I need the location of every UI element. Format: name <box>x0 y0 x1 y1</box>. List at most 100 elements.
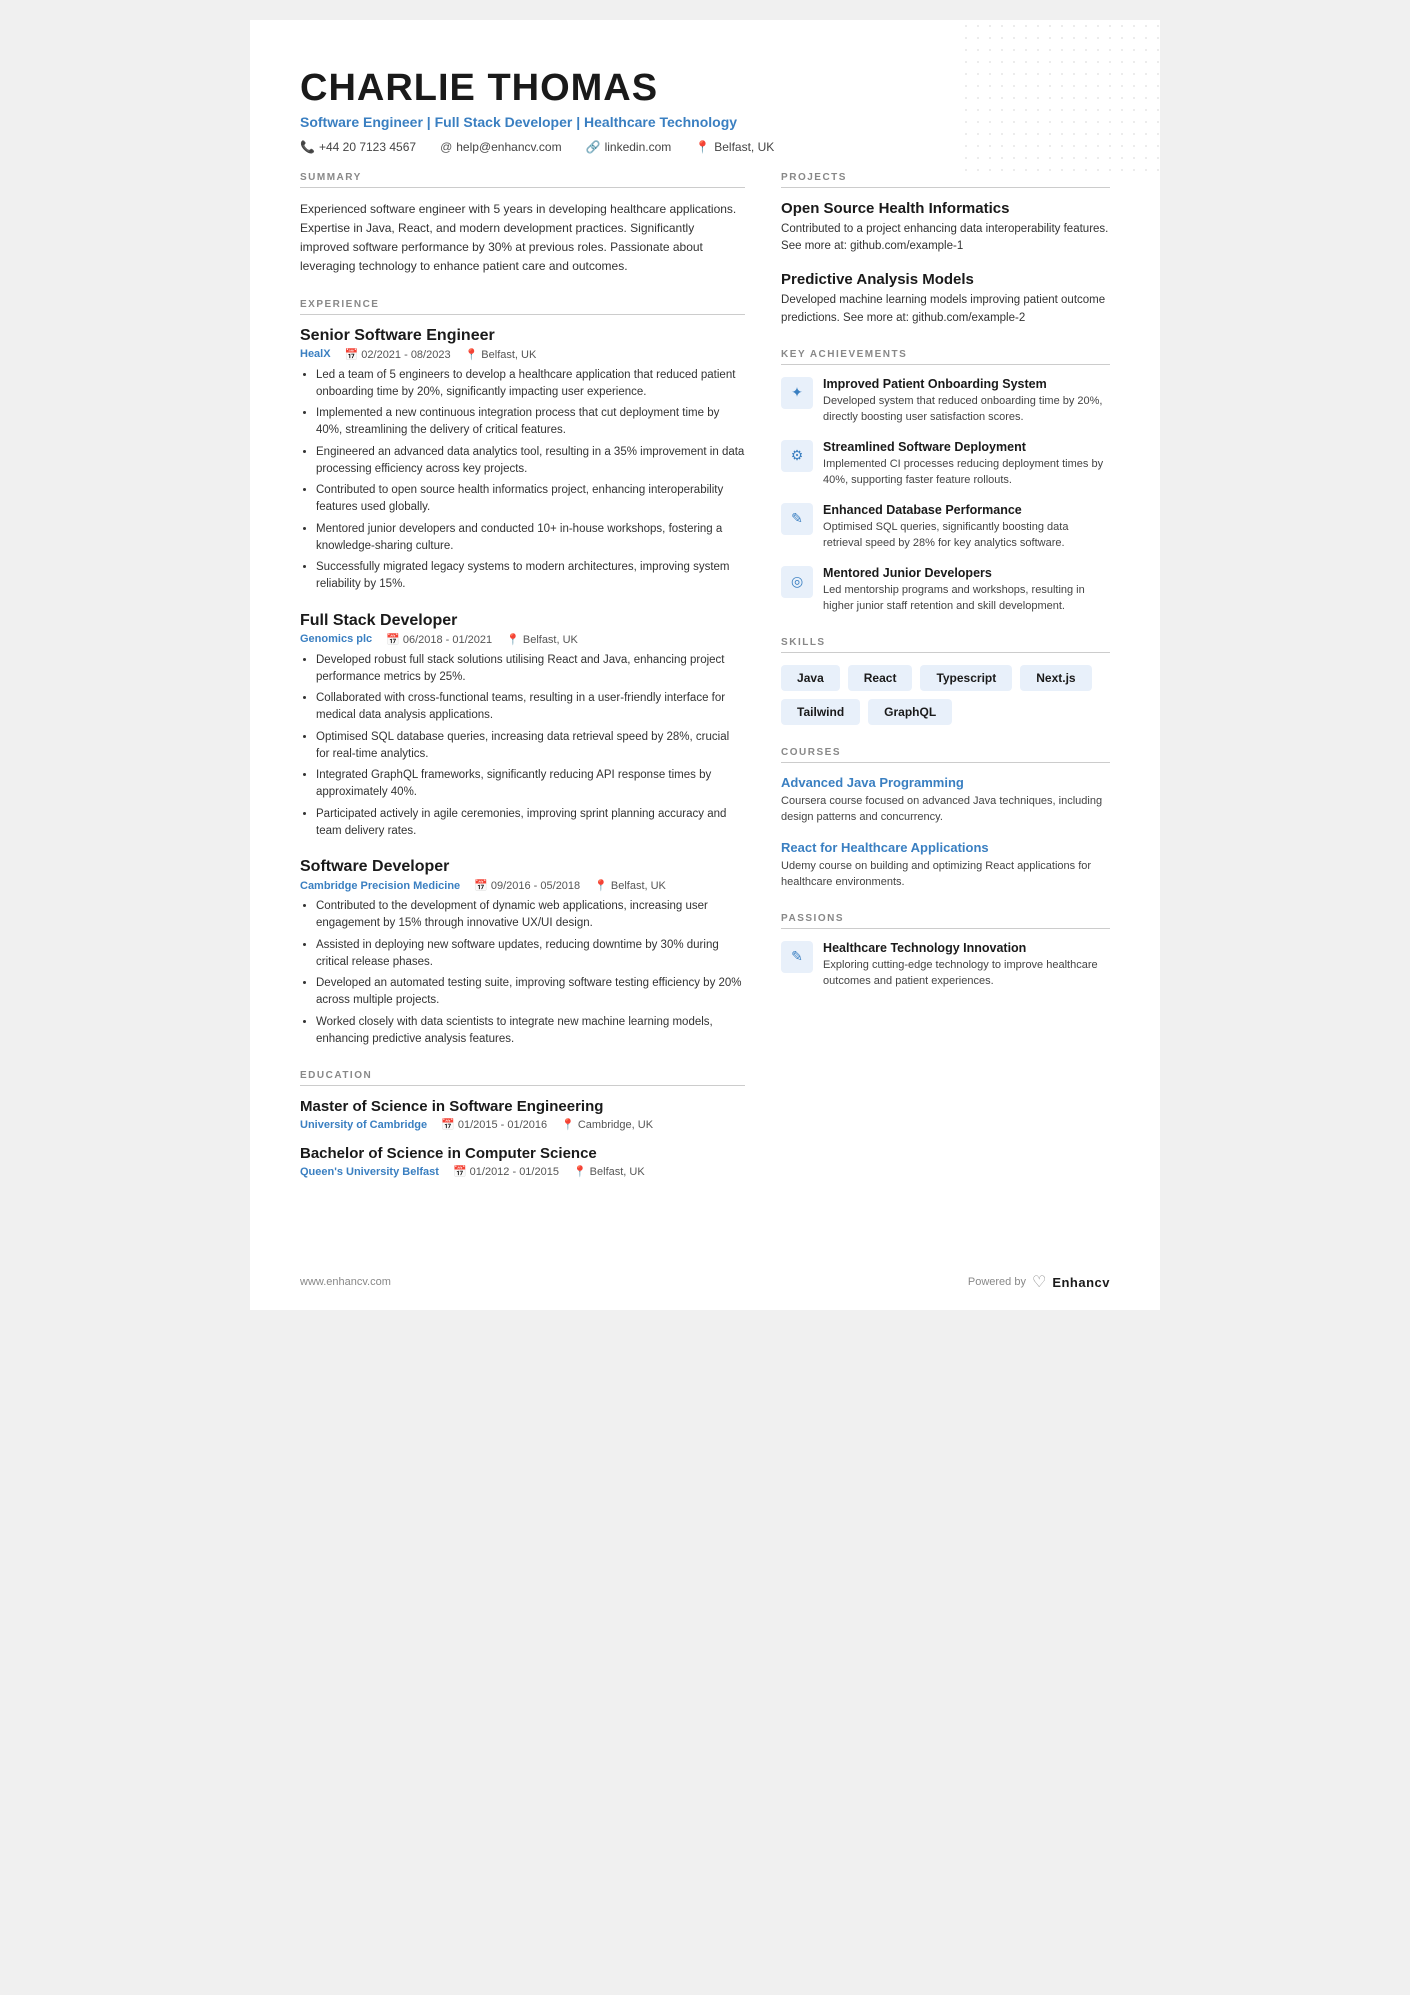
project-item: Open Source Health Informatics Contribut… <box>781 200 1110 256</box>
job-company: HealX <box>300 348 331 360</box>
email-icon: @ <box>440 140 452 154</box>
job-title: Full Stack Developer <box>300 612 745 630</box>
passion-item: ✎ Healthcare Technology Innovation Explo… <box>781 941 1110 990</box>
courses-label: COURSES <box>781 747 1110 763</box>
bullet-item: Participated actively in agile ceremonie… <box>316 806 745 841</box>
bullet-item: Worked closely with data scientists to i… <box>316 1014 745 1049</box>
bullet-item: Developed an automated testing suite, im… <box>316 975 745 1010</box>
achievements-label: KEY ACHIEVEMENTS <box>781 349 1110 365</box>
bullet-item: Developed robust full stack solutions ut… <box>316 652 745 687</box>
bullet-item: Mentored junior developers and conducted… <box>316 521 745 556</box>
achievement-title: Improved Patient Onboarding System <box>823 377 1110 391</box>
achievement-icon: ✦ <box>781 377 813 409</box>
footer: www.enhancv.com Powered by ♡ Enhancv <box>300 1272 1110 1292</box>
project-title: Open Source Health Informatics <box>781 200 1110 217</box>
course-title: React for Healthcare Applications <box>781 840 1110 855</box>
enhancv-logo: Enhancv <box>1052 1275 1110 1290</box>
phone-contact: 📞 +44 20 7123 4567 <box>300 140 416 154</box>
skill-tag: Next.js <box>1020 665 1091 691</box>
skill-tag: Java <box>781 665 840 691</box>
achievement-content: Improved Patient Onboarding System Devel… <box>823 377 1110 426</box>
skills-section: SKILLS Java React Typescript Next.js Tai… <box>781 637 1110 725</box>
passion-icon: ✎ <box>781 941 813 973</box>
job-bullets: Led a team of 5 engineers to develop a h… <box>300 367 745 594</box>
email-value: help@enhancv.com <box>456 140 561 154</box>
projects-section: PROJECTS Open Source Health Informatics … <box>781 172 1110 327</box>
course-item: Advanced Java Programming Coursera cours… <box>781 775 1110 826</box>
achievements-section: KEY ACHIEVEMENTS ✦ Improved Patient Onbo… <box>781 349 1110 615</box>
edu-meta: University of Cambridge 📅01/2015 - 01/20… <box>300 1118 745 1131</box>
bullet-item: Implemented a new continuous integration… <box>316 405 745 440</box>
achievement-desc: Implemented CI processes reducing deploy… <box>823 456 1110 489</box>
achievement-title: Mentored Junior Developers <box>823 566 1110 580</box>
enhancv-heart-icon: ♡ <box>1032 1272 1046 1292</box>
bullet-item: Contributed to the development of dynami… <box>316 898 745 933</box>
bullet-item: Optimised SQL database queries, increasi… <box>316 729 745 764</box>
job-title: Senior Software Engineer <box>300 327 745 345</box>
achievement-desc: Developed system that reduced onboarding… <box>823 393 1110 426</box>
job-location: 📍Belfast, UK <box>594 879 666 892</box>
summary-section: SUMMARY Experienced software engineer wi… <box>300 172 745 277</box>
skill-tag: React <box>848 665 913 691</box>
bullet-item: Engineered an advanced data analytics to… <box>316 444 745 479</box>
course-desc: Coursera course focused on advanced Java… <box>781 793 1110 826</box>
job-meta: Cambridge Precision Medicine 📅09/2016 - … <box>300 879 745 892</box>
job-item: Full Stack Developer Genomics plc 📅06/20… <box>300 612 745 841</box>
job-meta: HealX 📅02/2021 - 08/2023 📍Belfast, UK <box>300 348 745 361</box>
right-column: PROJECTS Open Source Health Informatics … <box>781 172 1110 1200</box>
passion-desc: Exploring cutting-edge technology to imp… <box>823 957 1110 990</box>
bullet-item: Contributed to open source health inform… <box>316 482 745 517</box>
achievement-title: Streamlined Software Deployment <box>823 440 1110 454</box>
education-section: EDUCATION Master of Science in Software … <box>300 1070 745 1178</box>
project-desc: Developed machine learning models improv… <box>781 292 1110 327</box>
summary-label: SUMMARY <box>300 172 745 188</box>
bullet-item: Assisted in deploying new software updat… <box>316 937 745 972</box>
job-company: Cambridge Precision Medicine <box>300 880 460 892</box>
achievement-item: ✦ Improved Patient Onboarding System Dev… <box>781 377 1110 426</box>
project-item: Predictive Analysis Models Developed mac… <box>781 271 1110 327</box>
footer-brand: Powered by ♡ Enhancv <box>968 1272 1110 1292</box>
edu-degree: Bachelor of Science in Computer Science <box>300 1145 745 1162</box>
achievement-icon: ✎ <box>781 503 813 535</box>
edu-location: 📍Belfast, UK <box>573 1165 645 1178</box>
passion-content: Healthcare Technology Innovation Explori… <box>823 941 1110 990</box>
job-location: 📍Belfast, UK <box>506 633 578 646</box>
edu-dates: 📅01/2012 - 01/2015 <box>453 1165 559 1178</box>
achievement-content: Mentored Junior Developers Led mentorshi… <box>823 566 1110 615</box>
edu-location: 📍Cambridge, UK <box>561 1118 653 1131</box>
dots-decoration <box>960 20 1160 180</box>
linkedin-value: linkedin.com <box>605 140 672 154</box>
course-desc: Udemy course on building and optimizing … <box>781 858 1110 891</box>
achievement-item: ⚙ Streamlined Software Deployment Implem… <box>781 440 1110 489</box>
phone-icon: 📞 <box>300 140 315 154</box>
passion-title: Healthcare Technology Innovation <box>823 941 1110 955</box>
bullet-item: Collaborated with cross-functional teams… <box>316 690 745 725</box>
edu-item: Bachelor of Science in Computer Science … <box>300 1145 745 1178</box>
summary-text: Experienced software engineer with 5 yea… <box>300 200 745 277</box>
edu-school: Queen's University Belfast <box>300 1166 439 1178</box>
project-desc: Contributed to a project enhancing data … <box>781 221 1110 256</box>
edu-school: University of Cambridge <box>300 1119 427 1131</box>
job-item: Software Developer Cambridge Precision M… <box>300 858 745 1048</box>
experience-section: EXPERIENCE Senior Software Engineer Heal… <box>300 299 745 1049</box>
skill-tag: Typescript <box>920 665 1012 691</box>
courses-section: COURSES Advanced Java Programming Course… <box>781 747 1110 891</box>
achievement-icon: ◎ <box>781 566 813 598</box>
project-title: Predictive Analysis Models <box>781 271 1110 288</box>
skills-label: SKILLS <box>781 637 1110 653</box>
edu-meta: Queen's University Belfast 📅01/2012 - 01… <box>300 1165 745 1178</box>
bullet-item: Integrated GraphQL frameworks, significa… <box>316 767 745 802</box>
achievement-content: Streamlined Software Deployment Implemen… <box>823 440 1110 489</box>
location-value: Belfast, UK <box>714 140 774 154</box>
main-columns: SUMMARY Experienced software engineer wi… <box>300 172 1110 1200</box>
achievement-desc: Optimised SQL queries, significantly boo… <box>823 519 1110 552</box>
job-dates: 📅06/2018 - 01/2021 <box>386 633 492 646</box>
linkedin-contact: 🔗 linkedin.com <box>586 140 672 154</box>
job-title: Software Developer <box>300 858 745 876</box>
passions-label: PASSIONS <box>781 913 1110 929</box>
left-column: SUMMARY Experienced software engineer wi… <box>300 172 745 1200</box>
skills-grid: Java React Typescript Next.js Tailwind G… <box>781 665 1110 725</box>
skill-tag: GraphQL <box>868 699 952 725</box>
education-label: EDUCATION <box>300 1070 745 1086</box>
job-bullets: Contributed to the development of dynami… <box>300 898 745 1048</box>
